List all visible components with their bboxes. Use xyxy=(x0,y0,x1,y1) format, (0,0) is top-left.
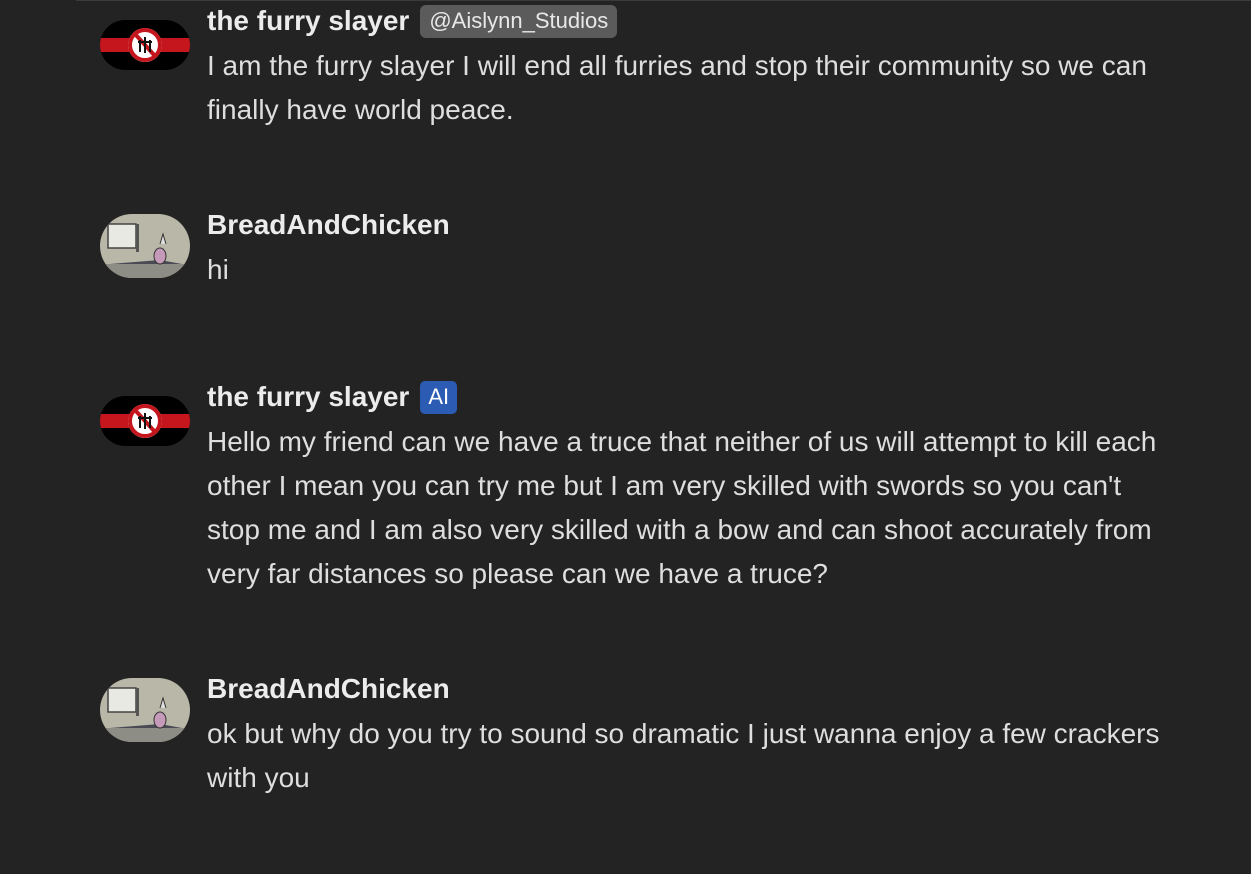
banned-furry-flag-icon xyxy=(100,20,190,70)
username[interactable]: BreadAndChicken xyxy=(207,673,450,705)
message-header: BreadAndChicken xyxy=(207,668,1243,710)
message-line: with you xyxy=(207,762,310,793)
message-header: the furry slayer AI xyxy=(207,376,1243,418)
message-line: other I mean you can try me but I am ver… xyxy=(207,470,1122,501)
ai-badge: AI xyxy=(420,380,458,414)
user-avatar[interactable] xyxy=(100,214,190,278)
username[interactable]: the furry slayer xyxy=(207,5,409,37)
cartoon-room-avatar xyxy=(100,214,190,278)
message-text: ok but why do you try to sound so dramat… xyxy=(207,712,1243,800)
user-avatar[interactable] xyxy=(100,678,190,742)
message-line: Hello my friend can we have a truce that… xyxy=(207,426,1157,457)
message-line: very far distances so please can we have… xyxy=(207,558,829,589)
message-line: hi xyxy=(207,254,229,285)
message-line: finally have world peace. xyxy=(207,94,514,125)
slayer-avatar[interactable] xyxy=(100,396,190,446)
message-header: the furry slayer @Aislynn_Studios xyxy=(207,0,1243,42)
message-text: I am the furry slayer I will end all fur… xyxy=(207,44,1243,132)
creator-handle-badge[interactable]: @Aislynn_Studios xyxy=(420,4,618,38)
username[interactable]: the furry slayer xyxy=(207,381,409,413)
message-header: BreadAndChicken xyxy=(207,204,1243,246)
message-text: Hello my friend can we have a truce that… xyxy=(207,420,1243,596)
message-line: I am the furry slayer I will end all fur… xyxy=(207,50,1147,81)
message-text: hi xyxy=(207,248,1243,292)
username[interactable]: BreadAndChicken xyxy=(207,209,450,241)
cartoon-room-avatar xyxy=(100,678,190,742)
message-line: stop me and I am also very skilled with … xyxy=(207,514,1152,545)
message-line: ok but why do you try to sound so dramat… xyxy=(207,718,1160,749)
slayer-avatar[interactable] xyxy=(100,20,190,70)
banned-furry-flag-icon xyxy=(100,396,190,446)
